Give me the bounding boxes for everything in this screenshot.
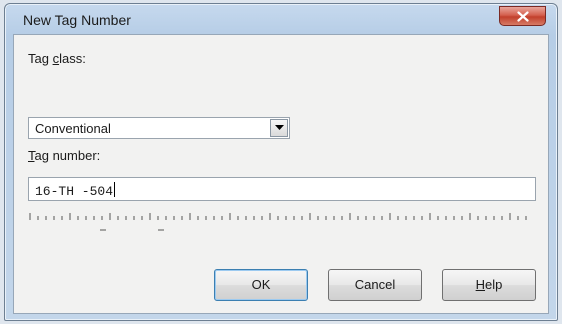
tag-number-value: 16-TH -504 [35, 182, 116, 199]
text-caret [114, 182, 116, 197]
tag-class-label: Tag class: [28, 51, 86, 66]
title-bar[interactable]: New Tag Number [5, 4, 557, 34]
character-ruler [29, 213, 527, 231]
close-x-icon [516, 10, 529, 22]
help-button[interactable]: Help [442, 269, 536, 301]
cancel-button[interactable]: Cancel [328, 269, 422, 301]
chevron-down-icon [274, 125, 284, 130]
tag-number-input[interactable]: 16-TH -504 [28, 177, 536, 201]
dialog-title: New Tag Number [23, 12, 131, 28]
tag-class-select[interactable]: Conventional [28, 117, 290, 139]
ok-button[interactable]: OK [214, 269, 308, 301]
new-tag-number-dialog: New Tag Number Tag class: Conventional T… [4, 3, 558, 321]
tag-number-label: Tag number: [28, 148, 101, 163]
tag-class-selected-value: Conventional [35, 121, 111, 136]
dialog-body: Tag class: Conventional Tag number: 16-T… [13, 34, 549, 314]
dropdown-button[interactable] [270, 119, 288, 137]
close-button[interactable] [499, 6, 546, 26]
